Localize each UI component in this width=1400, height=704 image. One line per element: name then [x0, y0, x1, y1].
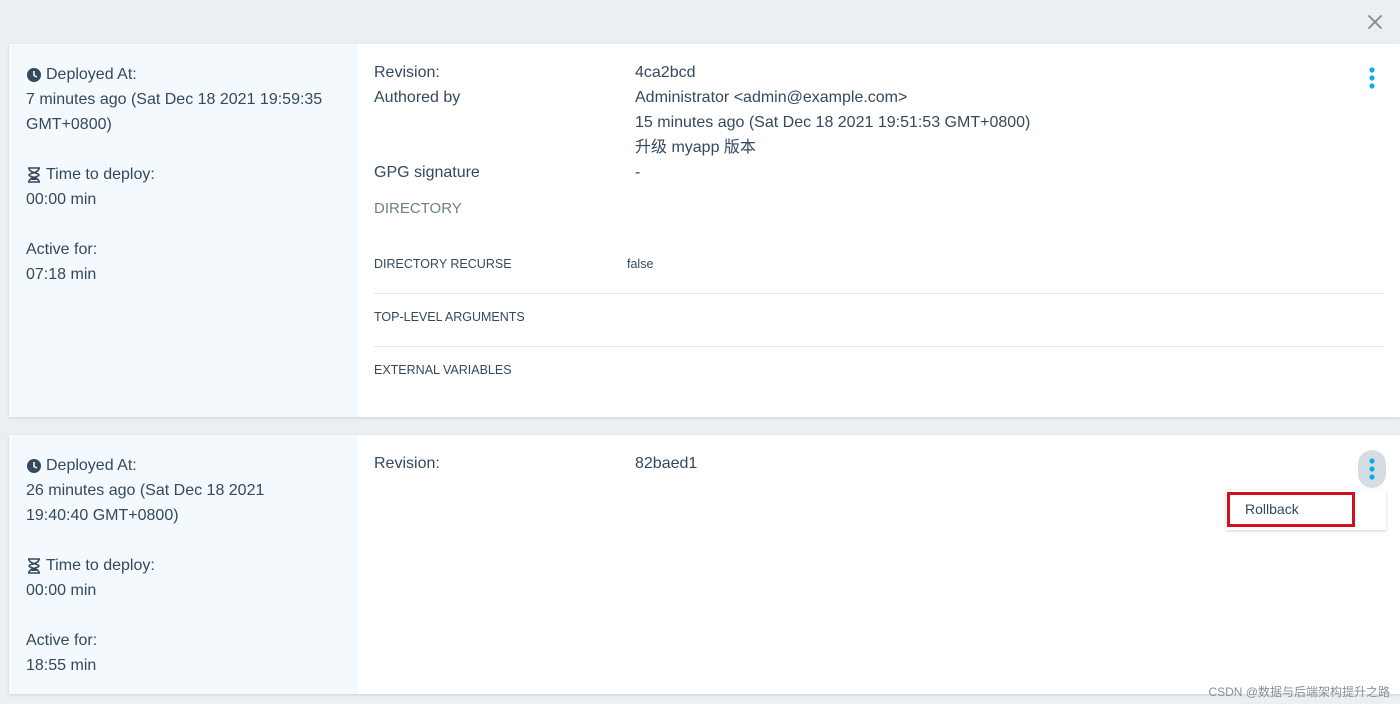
- kebab-icon: [1369, 67, 1375, 89]
- deployment-details: Revision: 82baed1 Rollback: [358, 435, 1400, 694]
- active-for-label: Active for:: [26, 241, 98, 258]
- revision-label: Revision:: [374, 64, 440, 81]
- deployed-at-value: 26 minutes ago (Sat Dec 18 2021: [26, 482, 265, 499]
- directory-title: DIRECTORY: [374, 200, 462, 217]
- deployed-at-label: Deployed At:: [46, 457, 137, 474]
- hourglass-icon: [26, 166, 42, 183]
- more-actions-button[interactable]: [1358, 59, 1386, 97]
- deployed-at-value-cont: GMT+0800): [26, 116, 112, 133]
- authored-by-label: Authored by: [374, 89, 461, 106]
- time-to-deploy-label: Time to deploy:: [46, 166, 155, 183]
- watermark: CSDN @数据与后端架构提升之路: [1208, 685, 1390, 699]
- author-value: Administrator <admin@example.com>: [635, 89, 908, 106]
- clock-icon: [26, 67, 42, 83]
- deployment-details: Revision: 4ca2bcd Authored by Administra…: [358, 44, 1400, 417]
- clock-icon: [26, 458, 42, 474]
- deployed-at-value-cont: 19:40:40 GMT+0800): [26, 507, 179, 524]
- param-key: DIRECTORY RECURSE: [374, 257, 512, 271]
- more-actions-button[interactable]: [1358, 450, 1386, 488]
- rollback-menu-item[interactable]: Rollback: [1227, 492, 1355, 527]
- deployment-card: Deployed At: 7 minutes ago (Sat Dec 18 2…: [9, 44, 1400, 417]
- active-for-value: 07:18 min: [26, 266, 97, 283]
- deployment-summary: Deployed At: 7 minutes ago (Sat Dec 18 2…: [9, 44, 358, 417]
- gpg-signature-label: GPG signature: [374, 164, 480, 181]
- commit-message: 升级 myapp 版本: [635, 139, 756, 156]
- deployed-at-label: Deployed At:: [46, 66, 137, 83]
- param-value: false: [627, 257, 654, 271]
- close-button[interactable]: [1364, 11, 1386, 33]
- active-for-value: 18:55 min: [26, 657, 97, 674]
- param-row: DIRECTORY RECURSE false: [374, 241, 1384, 294]
- revision-value: 82baed1: [635, 455, 698, 472]
- deployment-summary: Deployed At: 26 minutes ago (Sat Dec 18 …: [9, 435, 358, 694]
- kebab-icon: [1369, 458, 1375, 480]
- time-to-deploy-value: 00:00 min: [26, 582, 97, 599]
- deployment-card: Deployed At: 26 minutes ago (Sat Dec 18 …: [9, 435, 1400, 694]
- param-row: EXTERNAL VARIABLES: [374, 347, 1384, 400]
- revision-value: 4ca2bcd: [635, 64, 696, 81]
- deployed-at-value: 7 minutes ago (Sat Dec 18 2021 19:59:35: [26, 91, 323, 108]
- param-row: TOP-LEVEL ARGUMENTS: [374, 294, 1384, 347]
- active-for-label: Active for:: [26, 632, 98, 649]
- param-key: EXTERNAL VARIABLES: [374, 363, 512, 377]
- gpg-signature-value: -: [635, 164, 641, 181]
- time-to-deploy-label: Time to deploy:: [46, 557, 155, 574]
- param-key: TOP-LEVEL ARGUMENTS: [374, 310, 525, 324]
- close-icon: [1368, 15, 1382, 29]
- time-to-deploy-value: 00:00 min: [26, 191, 97, 208]
- authored-time: 15 minutes ago (Sat Dec 18 2021 19:51:53…: [635, 114, 1031, 131]
- actions-menu: Rollback: [1226, 490, 1386, 530]
- hourglass-icon: [26, 557, 42, 574]
- revision-label: Revision:: [374, 455, 440, 472]
